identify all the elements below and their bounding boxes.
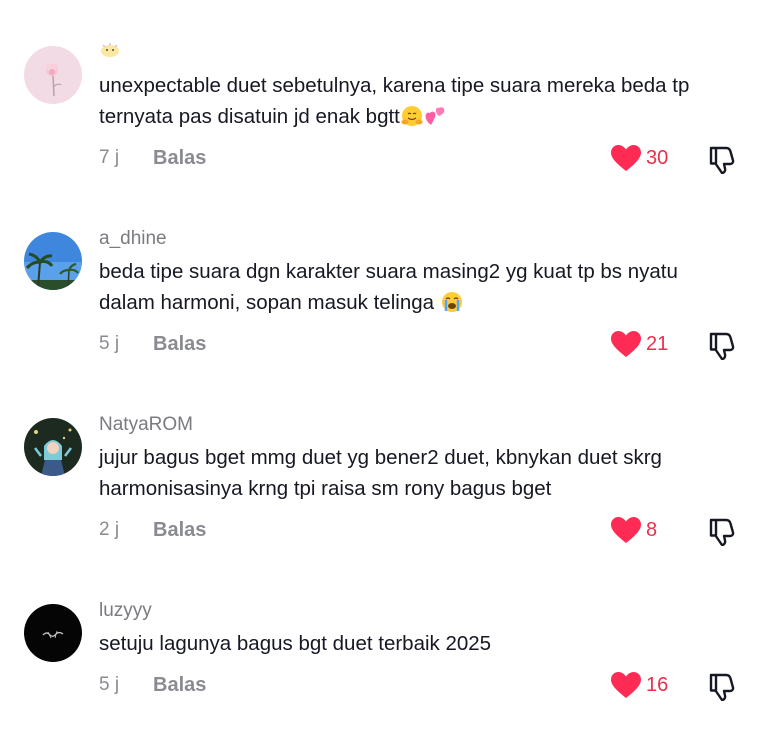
like-count: 21 bbox=[646, 333, 669, 355]
heart-icon bbox=[611, 672, 641, 698]
comment-text-content: setuju lagunya bagus bgt duet terbaik 20… bbox=[99, 632, 492, 655]
reply-button[interactable]: Balas bbox=[153, 147, 206, 169]
comment-time: 7 j bbox=[99, 147, 120, 168]
dislike-button[interactable] bbox=[706, 142, 738, 175]
crying-face-emoji-icon bbox=[441, 292, 462, 312]
like-count: 8 bbox=[646, 519, 658, 541]
comment-username[interactable]: a_dhine bbox=[99, 228, 167, 250]
dislike-button[interactable] bbox=[706, 669, 738, 702]
comment-text: unexpectable duet sebetulnya, karena tip… bbox=[99, 70, 739, 132]
like-count: 30 bbox=[646, 147, 669, 169]
dislike-button[interactable] bbox=[706, 328, 738, 361]
comment-text-content: beda tipe suara dgn karakter suara masin… bbox=[99, 260, 678, 314]
small-face-emoji-icon bbox=[101, 43, 119, 57]
reply-button[interactable]: Balas bbox=[153, 519, 206, 541]
avatar[interactable] bbox=[24, 604, 82, 662]
reply-button[interactable]: Balas bbox=[153, 333, 206, 355]
heart-icon bbox=[611, 145, 641, 171]
comment-username[interactable]: NatyaROM bbox=[99, 414, 193, 436]
like-button[interactable] bbox=[610, 516, 644, 544]
comment-text: setuju lagunya bagus bgt duet terbaik 20… bbox=[99, 628, 739, 659]
thumbs-down-icon bbox=[709, 673, 735, 702]
reply-button[interactable]: Balas bbox=[153, 674, 206, 696]
comment-text: jujur bagus bget mmg duet yg bener2 duet… bbox=[99, 442, 739, 504]
like-button[interactable] bbox=[610, 671, 644, 699]
heart-icon bbox=[611, 331, 641, 357]
thumbs-down-icon bbox=[709, 332, 735, 361]
comment-username[interactable]: luzyyy bbox=[99, 600, 152, 622]
avatar[interactable] bbox=[24, 232, 82, 290]
two-hearts-emoji-icon bbox=[425, 107, 445, 125]
like-button[interactable] bbox=[610, 330, 644, 358]
dislike-button[interactable] bbox=[706, 514, 738, 547]
avatar[interactable] bbox=[24, 418, 82, 476]
thumbs-down-icon bbox=[709, 146, 735, 175]
comment-time: 5 j bbox=[99, 333, 120, 354]
comment-text-content: unexpectable duet sebetulnya, karena tip… bbox=[99, 74, 690, 128]
comment-text: beda tipe suara dgn karakter suara masin… bbox=[99, 256, 739, 318]
hugging-face-emoji-icon bbox=[401, 106, 423, 126]
comment-time: 2 j bbox=[99, 519, 120, 540]
avatar[interactable] bbox=[24, 46, 82, 104]
like-count: 16 bbox=[646, 674, 669, 696]
like-button[interactable] bbox=[610, 144, 644, 172]
heart-icon bbox=[611, 517, 641, 543]
comment-time: 5 j bbox=[99, 674, 120, 695]
comment-username[interactable] bbox=[99, 40, 121, 62]
thumbs-down-icon bbox=[709, 518, 735, 547]
comment-text-content: jujur bagus bget mmg duet yg bener2 duet… bbox=[99, 446, 662, 500]
